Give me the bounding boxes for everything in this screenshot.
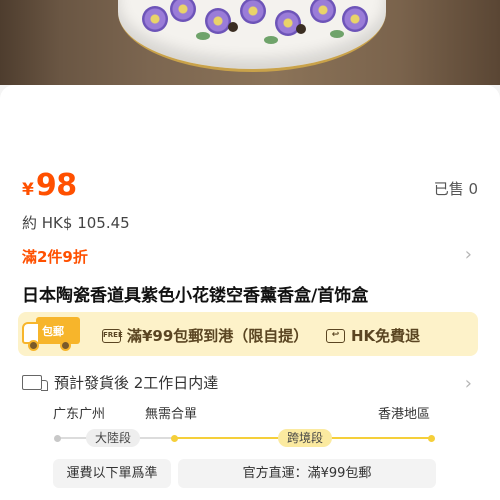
chevron-right-icon[interactable]: › (465, 244, 472, 265)
promo-label[interactable]: 滿2件9折 (22, 246, 88, 267)
free-shipping-icon: FREE (102, 328, 123, 343)
shipping-banner[interactable]: 包郵 FREE 滿¥99包郵到港（限自提） ↩ HK免費退 (18, 312, 478, 356)
mainland-shipping-note: 運費以下單爲準 (53, 459, 171, 488)
openwork-hole (296, 24, 306, 34)
approx-hkd-price: 約 HK$ 105.45 (22, 214, 130, 232)
price: ¥ 98 (22, 168, 77, 203)
truck-badge-label: 包郵 (42, 325, 64, 338)
sold-count: 已售 0 (433, 180, 478, 198)
delivery-estimate[interactable]: 預計發貨後 2工作日内達 (22, 372, 218, 393)
shipping-truck-icon (22, 375, 48, 391)
segment-cross-border: 跨境段 (278, 429, 333, 447)
delivery-estimate-label: 預計發貨後 2工作日内達 (54, 374, 219, 392)
origin-location: 广东广州 (53, 407, 106, 422)
segment-mainland: 大陸段 (86, 429, 141, 447)
flower-decoration (142, 6, 168, 32)
return-icon: ↩ (326, 328, 345, 343)
flower-decoration (342, 6, 368, 32)
openwork-hole (228, 22, 238, 32)
currency-symbol: ¥ (22, 180, 34, 200)
chevron-right-icon[interactable]: › (465, 373, 472, 394)
product-title: 日本陶瓷香道具紫色小花镂空香薰香盒/首饰盒 (22, 286, 369, 306)
leaf-decoration (330, 30, 344, 38)
free-shipping-offer: FREE 滿¥99包郵到港（限自提） (102, 325, 308, 346)
destination-location: 香港地區 (378, 407, 431, 422)
flower-decoration (205, 8, 231, 34)
price-value: 98 (35, 168, 77, 203)
customs-note: 無需合單 (145, 407, 198, 422)
cross-border-shipping-note: 官方直運：滿¥99包郵 (178, 459, 436, 488)
product-image[interactable] (0, 0, 500, 85)
route-dot-origin (54, 435, 61, 442)
free-return-label: HK免費退 (351, 327, 421, 345)
free-return-offer: ↩ HK免費退 (326, 325, 420, 346)
route-dot-customs (171, 435, 178, 442)
leaf-decoration (264, 36, 278, 44)
free-shipping-label: 滿¥99包郵到港（限自提） (127, 327, 309, 345)
leaf-decoration (196, 32, 210, 40)
route-dot-destination (428, 435, 435, 442)
delivery-truck-icon: 包郵 (20, 314, 82, 354)
